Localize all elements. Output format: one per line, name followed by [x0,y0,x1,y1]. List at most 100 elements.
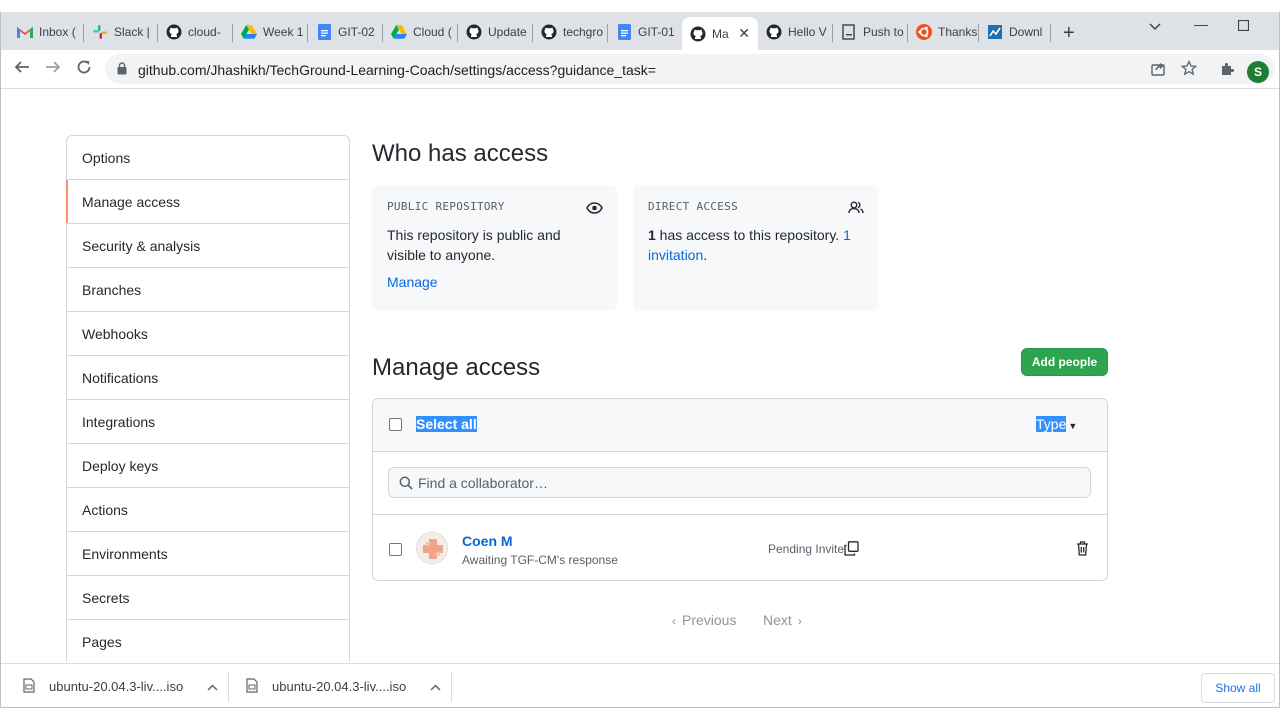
reload-icon[interactable] [74,59,94,80]
download-item[interactable]: ubuntu-20.04.3-liv....iso [246,664,441,707]
add-people-button[interactable]: Add people [1021,348,1108,376]
previous-label: Previous [682,612,737,628]
member-checkbox[interactable] [389,543,402,556]
avatar[interactable] [416,532,448,564]
browser-window: Inbox ( Slack | cloud- Week 1 GIT-02 Clo… [0,12,1280,708]
minimize-icon[interactable]: — [1194,16,1208,32]
sidebar-item-security-analysis[interactable]: Security & analysis [67,224,349,268]
lock-icon[interactable] [117,62,127,80]
tab-github-update[interactable]: Update [458,16,533,48]
github-icon [466,24,482,40]
sidebar-item-secrets[interactable]: Secrets [67,576,349,620]
tab-github-techground[interactable]: techgro [533,16,608,48]
tab-github-cloud[interactable]: cloud- [158,16,233,48]
sidebar-item-deploy-keys[interactable]: Deploy keys [67,444,349,488]
sidebar-item-label: Manage access [82,193,181,210]
sidebar-item-integrations[interactable]: Integrations [67,400,349,444]
slack-icon [92,24,108,40]
sidebar-item-label: Actions [82,501,128,518]
gmail-icon [17,24,33,40]
download-item[interactable]: ubuntu-20.04.3-liv....iso [23,664,218,707]
extensions-puzzle-icon[interactable] [1219,61,1235,81]
sentence-period: . [703,247,708,263]
tab-title: techgro [563,25,604,39]
share-icon[interactable] [1151,61,1166,80]
search-icon [399,476,413,495]
direct-access-description: has access to this repository. [655,227,844,243]
public-repository-card: PUBLIC REPOSITORY This repository is pub… [372,185,617,311]
member-subtitle: Awaiting TGF-CM's response [462,553,618,567]
sidebar-item-label: Integrations [82,413,156,430]
download-filename: ubuntu-20.04.3-liv....iso [272,679,407,694]
sidebar-item-options[interactable]: Options [67,136,349,180]
tab-title: cloud- [188,25,221,39]
sidebar-item-notifications[interactable]: Notifications [67,356,349,400]
github-icon [766,24,782,40]
sidebar-item-label: Pages [82,633,122,650]
show-all-downloads-button[interactable]: Show all [1201,673,1275,703]
tab-title: Week 1 [263,25,304,39]
select-all-label[interactable]: Select all [416,416,477,432]
tab-title: Slack | [114,25,150,39]
sidebar-item-label: Security & analysis [82,237,201,254]
tab-search-chevron-icon[interactable] [1149,18,1161,34]
tab-drive-cloud[interactable]: Cloud ( [383,16,458,48]
previous-page-button[interactable]: ‹ Previous [672,612,736,628]
github-icon [541,24,557,40]
tab-slack[interactable]: Slack | [84,16,158,48]
tab-title: Cloud ( [413,25,452,39]
tab-active-manage-access[interactable]: Ma ✕ [682,17,758,50]
bookmark-star-icon[interactable] [1180,59,1198,80]
tab-gmail[interactable]: Inbox ( [9,16,84,48]
direct-access-text: 1 has access to this repository. 1 invit… [648,225,863,265]
sidebar-item-label: Webhooks [82,325,148,342]
select-all-checkbox[interactable] [389,418,402,431]
manage-access-heading: Manage access [372,354,541,381]
copy-invite-link-icon[interactable] [844,541,859,561]
close-tab-icon[interactable]: ✕ [738,25,750,42]
tab-docs-git01[interactable]: GIT-01 [608,16,683,48]
trash-icon[interactable] [1076,541,1089,561]
tab-title: GIT-01 [638,25,675,39]
tab-docs-git02[interactable]: GIT-02 [308,16,383,48]
download-shelf: ubuntu-20.04.3-liv....iso ubuntu-20.04.3… [1,663,1279,707]
sidebar-item-label: Options [82,149,131,166]
next-label: Next [763,612,792,628]
next-page-button[interactable]: Next › [763,612,802,628]
maximize-icon[interactable] [1237,18,1250,34]
github-settings-page: Options Manage access Security & analysi… [1,90,1279,662]
profile-avatar[interactable]: S [1247,61,1269,83]
tab-ubuntu-thanks[interactable]: Thanks [908,16,979,48]
sidebar-item-environments[interactable]: Environments [67,532,349,576]
tab-push-to[interactable]: Push to [833,16,908,48]
sidebar-item-webhooks[interactable]: Webhooks [67,312,349,356]
url-text: github.com/Jhashikh/TechGround-Learning-… [138,62,656,78]
collaborator-count: 1 [648,227,656,243]
manage-visibility-link[interactable]: Manage [387,274,438,290]
chevron-up-icon[interactable] [430,679,441,694]
eye-icon [586,201,603,219]
tab-download[interactable]: Downl [979,16,1051,48]
sidebar-item-pages[interactable]: Pages [67,620,349,662]
new-tab-icon[interactable]: + [1063,23,1075,43]
ubuntu-icon [916,24,932,40]
sidebar-item-actions[interactable]: Actions [67,488,349,532]
find-collaborator-input[interactable]: Find a collaborator… [388,467,1091,498]
back-icon[interactable] [12,59,32,80]
forward-icon[interactable] [43,59,63,80]
tab-drive-week[interactable]: Week 1 [233,16,308,48]
member-name-link[interactable]: Coen M [462,533,513,549]
filter-row: Find a collaborator… [373,452,1107,515]
address-bar[interactable]: github.com/Jhashikh/TechGround-Learning-… [105,54,1275,84]
google-drive-icon [241,24,257,40]
tab-title: Thanks [938,25,978,39]
sidebar-item-branches[interactable]: Branches [67,268,349,312]
chevron-left-icon: ‹ [672,614,676,628]
tab-github-hello[interactable]: Hello V [758,16,833,48]
sidebar-item-manage-access[interactable]: Manage access [66,180,349,224]
type-filter-dropdown[interactable]: Type ▼ [1036,416,1077,432]
sidebar-item-label: Notifications [82,369,159,386]
collaborators-box: Select all Type ▼ Find a collaborator… Co… [372,398,1108,581]
file-icon [23,677,35,696]
chevron-up-icon[interactable] [207,679,218,694]
